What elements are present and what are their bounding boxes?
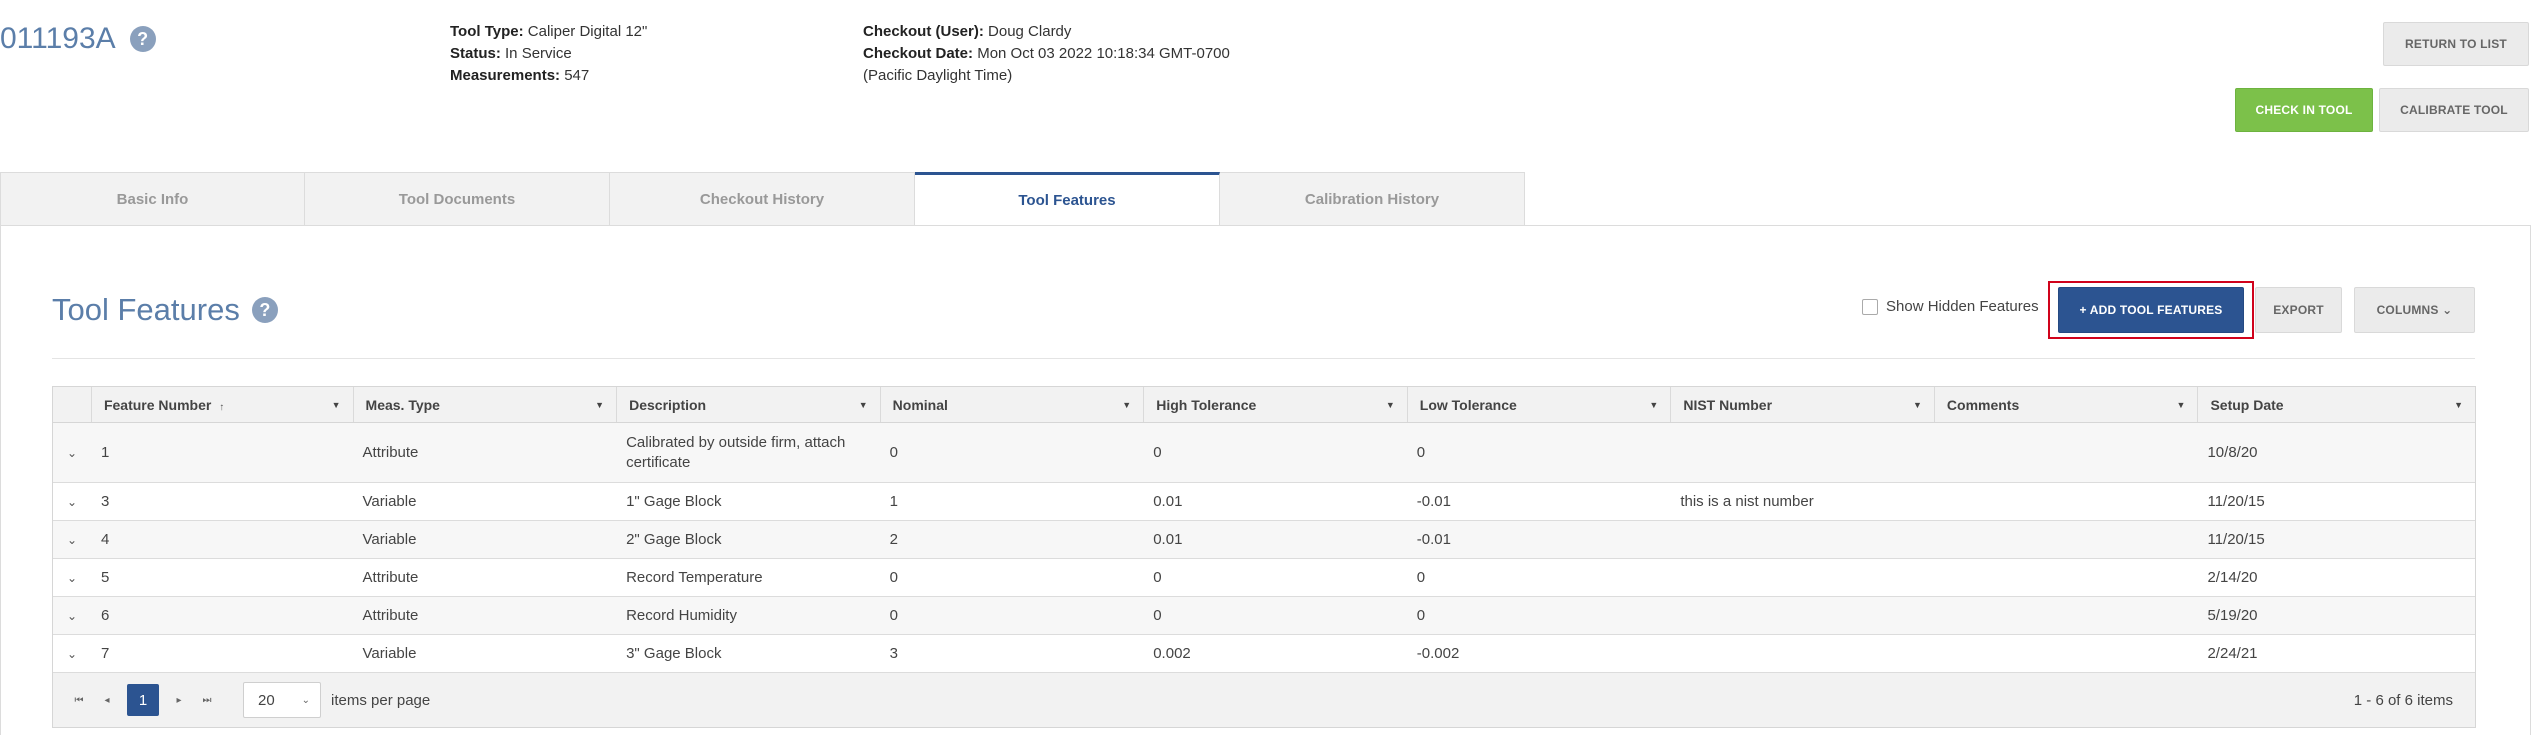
table-row[interactable]: ⌄ 5 Attribute Record Temperature 0 0 0 2… [53, 559, 2475, 597]
add-tool-features-button[interactable]: + ADD TOOL FEATURES [2058, 287, 2244, 333]
header-setup-date[interactable]: Setup Date ▼ [2197, 387, 2475, 422]
page-size-select[interactable]: 20 ⌄ [243, 682, 321, 718]
header-nist-number[interactable]: NIST Number ▼ [1670, 387, 1934, 422]
filter-menu-icon[interactable]: ▼ [2177, 400, 2186, 410]
filter-menu-icon[interactable]: ▼ [332, 400, 341, 410]
first-page-icon[interactable]: ⏮ [65, 684, 93, 716]
status-value: In Service [505, 45, 572, 62]
help-icon[interactable]: ? [129, 26, 156, 52]
expand-row-icon[interactable]: ⌄ [53, 635, 91, 672]
tab-bar: Basic Info Tool Documents Checkout Histo… [0, 172, 1525, 226]
tool-id-text: 011193A [0, 22, 116, 55]
tab-checkout-history[interactable]: Checkout History [610, 172, 915, 226]
filter-menu-icon[interactable]: ▼ [1386, 400, 1395, 410]
checkout-user-value: Doug Clardy [988, 23, 1072, 40]
expand-row-icon[interactable]: ⌄ [53, 423, 91, 482]
page-number-button[interactable]: 1 [127, 684, 159, 716]
checkout-user-line: Checkout (User): Doug Clardy [863, 23, 1072, 40]
filter-menu-icon[interactable]: ▼ [1913, 400, 1922, 410]
columns-button[interactable]: COLUMNS ⌄ [2354, 287, 2475, 333]
filter-menu-icon[interactable]: ▼ [595, 400, 604, 410]
show-hidden-features-toggle[interactable]: Show Hidden Features [1862, 298, 2039, 315]
sort-ascending-icon: ↑ [219, 401, 225, 413]
chevron-down-icon: ⌄ [301, 694, 310, 706]
show-hidden-checkbox[interactable] [1862, 298, 1878, 315]
pager-info: 1 - 6 of 6 items [2353, 691, 2453, 709]
tool-info: Tool Type: Caliper Digital 12" Status: I… [450, 21, 647, 87]
page-size-value: 20 [258, 691, 275, 709]
header-comments[interactable]: Comments ▼ [1933, 387, 2198, 422]
expand-row-icon[interactable]: ⌄ [53, 559, 91, 596]
measurements-value: 547 [564, 67, 590, 84]
show-hidden-label: Show Hidden Features [1886, 298, 2039, 315]
filter-menu-icon[interactable]: ▼ [1122, 400, 1131, 410]
checkout-info: Checkout (User): Doug Clardy Checkout Da… [863, 21, 1230, 87]
last-page-icon[interactable]: ⏭ [193, 684, 221, 716]
check-in-tool-button[interactable]: CHECK IN TOOL [2235, 88, 2373, 132]
header-expand-col [53, 387, 91, 422]
export-button[interactable]: EXPORT [2255, 287, 2342, 333]
next-page-icon[interactable]: ▸ [165, 684, 193, 716]
table-row[interactable]: ⌄ 6 Attribute Record Humidity 0 0 0 5/19… [53, 597, 2475, 635]
checkout-date-value: Mon Oct 03 2022 10:18:34 GMT-0700 [977, 45, 1230, 62]
checkout-date-line: Checkout Date: Mon Oct 03 2022 10:18:34 … [863, 45, 1230, 62]
tab-calibration-history[interactable]: Calibration History [1220, 172, 1525, 226]
header-description[interactable]: Description ▼ [616, 387, 880, 422]
grid-body: ⌄ 1 Attribute Calibrated by outside firm… [53, 423, 2475, 673]
table-row[interactable]: ⌄ 4 Variable 2" Gage Block 2 0.01 -0.01 … [53, 521, 2475, 559]
tab-tool-documents[interactable]: Tool Documents [305, 172, 610, 226]
header-low-tolerance[interactable]: Low Tolerance ▼ [1406, 387, 1671, 422]
items-per-page-label: items per page [331, 691, 431, 709]
calibrate-tool-button[interactable]: CALIBRATE TOOL [2379, 88, 2529, 132]
tab-basic-info[interactable]: Basic Info [0, 172, 305, 226]
section-title: Tool Features ? [52, 292, 278, 328]
tool-type-value: Caliper Digital 12" [527, 23, 648, 40]
measurements-line: Measurements: 547 [450, 67, 590, 84]
previous-page-icon[interactable]: ◂ [93, 684, 121, 716]
grid-header-row: Feature Number ↑ ▼ Meas. Type ▼ Descript… [53, 387, 2475, 423]
expand-row-icon[interactable]: ⌄ [53, 521, 91, 558]
expand-row-icon[interactable]: ⌄ [53, 597, 91, 634]
filter-menu-icon[interactable]: ▼ [2454, 400, 2463, 410]
section-divider [52, 358, 2475, 359]
header-meas-type[interactable]: Meas. Type ▼ [352, 387, 617, 422]
checkout-timezone: (Pacific Daylight Time) [863, 67, 1013, 84]
filter-menu-icon[interactable]: ▼ [859, 400, 868, 410]
return-to-list-button[interactable]: RETURN TO LIST [2383, 22, 2529, 66]
tool-id-title: 011193A ? [0, 22, 156, 56]
header-feature-number[interactable]: Feature Number ↑ ▼ [90, 387, 353, 422]
section-title-text: Tool Features [52, 292, 240, 327]
section-help-icon[interactable]: ? [251, 297, 278, 323]
table-row[interactable]: ⌄ 3 Variable 1" Gage Block 1 0.01 -0.01 … [53, 483, 2475, 521]
header-high-tolerance[interactable]: High Tolerance ▼ [1143, 387, 1407, 422]
table-row[interactable]: ⌄ 7 Variable 3" Gage Block 3 0.002 -0.00… [53, 635, 2475, 673]
pagination-bar: ⏮ ◂ 1 ▸ ⏭ 20 ⌄ items per page 1 - 6 of 6… [53, 673, 2475, 727]
tool-type-line: Tool Type: Caliper Digital 12" [450, 23, 648, 40]
status-line: Status: In Service [450, 45, 572, 62]
filter-menu-icon[interactable]: ▼ [1649, 400, 1658, 410]
features-grid: Feature Number ↑ ▼ Meas. Type ▼ Descript… [52, 386, 2476, 728]
tab-tool-features[interactable]: Tool Features [915, 172, 1220, 226]
table-row[interactable]: ⌄ 1 Attribute Calibrated by outside firm… [53, 423, 2475, 483]
expand-row-icon[interactable]: ⌄ [53, 483, 91, 520]
header-nominal[interactable]: Nominal ▼ [879, 387, 1144, 422]
